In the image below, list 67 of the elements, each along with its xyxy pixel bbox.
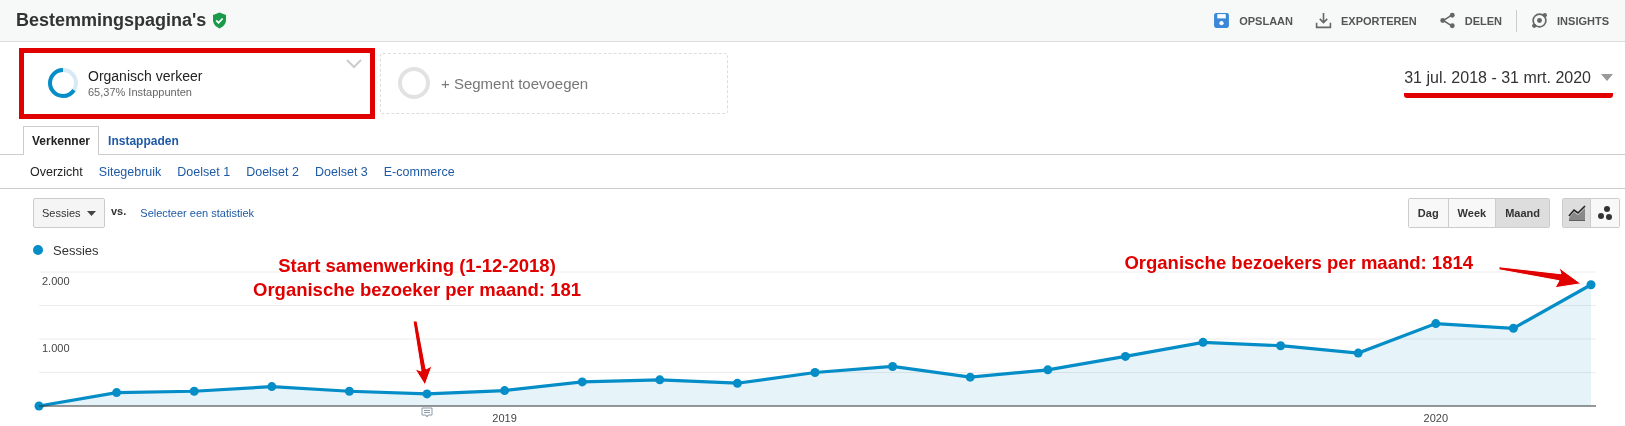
empty-ring-icon: [397, 66, 431, 100]
toolbar-button[interactable]: OPSLAAN: [1213, 12, 1293, 29]
annotation-arrow: [412, 320, 433, 386]
add-segment-label: + Segment toevoegen: [441, 74, 589, 92]
data-point[interactable]: [1586, 280, 1596, 290]
data-point[interactable]: [888, 361, 898, 371]
interval-button[interactable]: Maand: [1496, 199, 1549, 227]
page-title: Bestemmingspagina's: [16, 10, 207, 31]
add-segment-card[interactable]: + Segment toevoegen: [380, 52, 728, 114]
legend-label: Sessies: [53, 242, 99, 258]
subtab-link[interactable]: Overzicht: [30, 164, 83, 179]
data-point[interactable]: [1431, 319, 1441, 329]
toolbar-button[interactable]: DELEN: [1438, 12, 1503, 29]
note-icon[interactable]: [421, 407, 433, 418]
chart-type-button[interactable]: [1563, 199, 1591, 227]
data-point[interactable]: [112, 388, 122, 398]
data-point[interactable]: [344, 386, 354, 396]
annotation-text: Organische bezoekers per maand: 1814: [1124, 251, 1473, 275]
compare-metric-link[interactable]: Selecteer een statistiek: [140, 207, 255, 219]
subtab-link[interactable]: Sitegebruik: [98, 164, 162, 179]
data-point[interactable]: [1198, 337, 1208, 347]
segment-detail: 65,37% Instappunten: [88, 86, 193, 98]
data-point[interactable]: [1276, 341, 1286, 351]
tab[interactable]: Instappaden: [99, 126, 188, 155]
annotation-text: Start samenwerking (1-12-2018): [277, 254, 557, 278]
data-point[interactable]: [189, 386, 199, 396]
subtab-link[interactable]: Doelset 2: [246, 164, 299, 179]
tab[interactable]: Verkenner: [23, 126, 100, 155]
download-icon: [1314, 12, 1332, 29]
annotation-text: Organische bezoeker per maand: 181: [252, 278, 582, 302]
data-point[interactable]: [1508, 323, 1518, 333]
data-point[interactable]: [500, 386, 510, 396]
data-point[interactable]: [1353, 348, 1363, 358]
data-point[interactable]: [810, 368, 820, 377]
insights-icon: [1531, 12, 1549, 29]
bubbles-icon: [1597, 205, 1613, 221]
data-point[interactable]: [34, 401, 44, 411]
interval-button[interactable]: Dag: [1408, 199, 1449, 227]
share-icon: [1438, 12, 1456, 29]
data-point[interactable]: [577, 377, 587, 387]
data-point[interactable]: [732, 378, 742, 388]
date-range-picker[interactable]: 31 jul. 2018 - 31 mrt. 2020: [1404, 68, 1613, 98]
x-tick-label: 2020: [1423, 412, 1449, 424]
subtab-link[interactable]: Doelset 3: [314, 164, 368, 179]
data-point[interactable]: [1043, 365, 1053, 375]
subtab-link[interactable]: E-commerce: [383, 164, 455, 179]
data-point[interactable]: [267, 382, 277, 392]
segment-card[interactable]: Organisch verkeer 65,37% Instappunten: [19, 47, 375, 119]
data-point[interactable]: [655, 375, 665, 385]
caret-icon: [87, 210, 96, 216]
y-tick-label: 2.000: [42, 275, 70, 287]
subtab-link[interactable]: Doelset 1: [177, 164, 231, 179]
vs-label: vs.: [111, 205, 127, 217]
data-point[interactable]: [1120, 351, 1130, 361]
y-tick-label: 1.000: [42, 342, 70, 354]
data-point[interactable]: [965, 372, 975, 382]
x-tick-label: 2019: [492, 412, 517, 424]
toolbar-button[interactable]: INSIGHTS: [1531, 12, 1609, 29]
save-icon: [1213, 12, 1231, 29]
line-chart-icon: [1567, 205, 1586, 221]
data-point[interactable]: [422, 389, 432, 399]
metric-dropdown[interactable]: Sessies: [33, 198, 105, 228]
chart-type-button[interactable]: [1591, 199, 1619, 227]
interval-button[interactable]: Week: [1448, 199, 1497, 227]
toolbar-button[interactable]: EXPORTEREN: [1314, 12, 1417, 29]
dropdown-caret-icon: [1601, 74, 1613, 81]
segment-name: Organisch verkeer: [88, 68, 203, 84]
